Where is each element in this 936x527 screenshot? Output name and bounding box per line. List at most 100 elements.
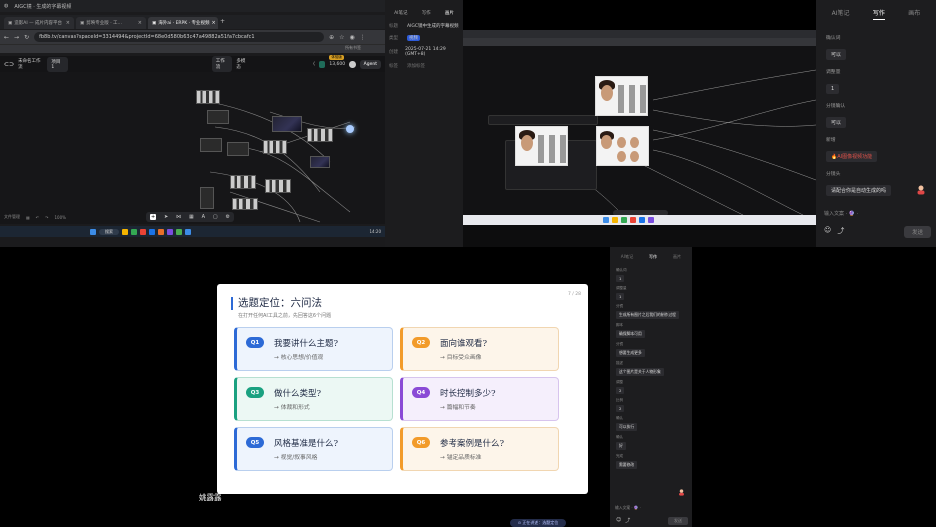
connect-icon[interactable]: ⋈ — [176, 214, 181, 220]
start-icon[interactable] — [90, 228, 96, 235]
item-value[interactable]: 1 — [616, 275, 625, 282]
forward-icon[interactable]: → — [14, 34, 19, 41]
file-manager-label[interactable]: 文件管理 — [4, 214, 20, 220]
ai-icon[interactable] — [318, 60, 326, 68]
item-value[interactable]: 2 — [616, 405, 625, 412]
back-icon[interactable]: ← — [4, 34, 9, 41]
canvas-highlight-node[interactable] — [346, 125, 354, 133]
item-value[interactable]: 1 — [826, 84, 840, 94]
item-value[interactable]: 生成所有图片之后我们的制作过程 — [616, 311, 679, 319]
taskbar-app-icon[interactable] — [621, 217, 627, 223]
canvas-node-image[interactable] — [200, 187, 214, 209]
item-value[interactable]: 2 — [616, 387, 625, 394]
chat-input[interactable]: 输入文案 · 🔮 · — [615, 505, 641, 511]
close-tab-icon[interactable]: × — [212, 20, 216, 26]
browser-tab[interactable]: ▣ 剪映专业版 · 工… × — [76, 17, 146, 29]
menu-dots-icon[interactable]: ⋮ — [360, 34, 366, 41]
start-icon[interactable] — [603, 217, 609, 223]
item-value[interactable]: 确保脚本可用 — [616, 330, 645, 338]
canvas-node-image[interactable] — [265, 179, 291, 193]
character-turnaround-image[interactable] — [515, 126, 568, 166]
multimodal-mode-tab[interactable]: 多模态 — [236, 58, 249, 70]
canvas-node-image[interactable] — [230, 175, 256, 189]
add-node-icon[interactable]: + — [149, 214, 157, 220]
item-value[interactable]: 好 — [616, 442, 626, 450]
attach-icon[interactable]: ⤴ — [837, 226, 844, 236]
grid-tool-icon[interactable]: ▦ — [189, 214, 194, 220]
chat-input[interactable]: 输入文案 · 🔮 · — [822, 206, 930, 220]
taskbar-app-icon[interactable] — [612, 217, 618, 223]
bookmark-star-icon[interactable]: ☆ — [339, 34, 344, 41]
canvas-node-image[interactable] — [227, 142, 249, 156]
item-value[interactable]: 这个图片是关于人物形象 — [616, 368, 664, 376]
taskbar-app-icon[interactable] — [167, 228, 173, 235]
taskbar-app-icon[interactable] — [149, 228, 155, 235]
item-value[interactable]: 请配合你是自动生成的吗 — [826, 185, 892, 196]
browser-tab-active[interactable]: ▣ 海外ai · ERPK · 专业视频 × — [148, 17, 218, 29]
project-title[interactable]: 未命名工作流 — [18, 58, 43, 70]
canvas-node-image[interactable] — [307, 128, 333, 142]
item-value[interactable]: 可以 — [826, 49, 847, 60]
character-turnaround-image[interactable] — [595, 76, 648, 116]
item-value[interactable]: 可以执行 — [616, 423, 638, 431]
tab-canvas[interactable]: 画片 — [673, 254, 681, 260]
taskbar-app-icon[interactable] — [648, 217, 654, 223]
taskbar-app-icon[interactable] — [185, 228, 191, 235]
taskbar-app-icon[interactable] — [122, 228, 128, 235]
tab-canvas[interactable]: 画布 — [908, 8, 920, 20]
tab-ai-notes[interactable]: AI笔记 — [394, 10, 407, 16]
select-icon[interactable]: ➤ — [164, 214, 168, 220]
url-input[interactable]: fb8b.tv/canvas?spaceId=3314494&projectId… — [34, 32, 325, 42]
canvas-node-image[interactable] — [207, 110, 229, 124]
share-icon[interactable]: ⟨ — [313, 62, 315, 67]
add-tag-link[interactable]: 添加标签 — [407, 63, 425, 69]
item-value[interactable]: 想要生成更多 — [616, 349, 645, 357]
settings-icon[interactable]: ⚙ — [225, 214, 229, 220]
taskbar-app-icon[interactable] — [176, 228, 182, 235]
item-value[interactable]: 需要修改 — [616, 461, 638, 469]
canvas-node-image[interactable] — [263, 140, 287, 154]
tab-writing[interactable]: 写作 — [872, 8, 885, 20]
taskbar-app-icon[interactable] — [158, 228, 164, 235]
agent-button[interactable]: Agent — [359, 59, 381, 69]
character-expressions-image[interactable] — [596, 126, 649, 166]
item-value[interactable]: 可以 — [826, 117, 847, 128]
send-button[interactable]: 发送 — [668, 517, 688, 525]
emoji-icon[interactable]: ☺ — [616, 517, 621, 524]
taskbar-app-icon[interactable] — [140, 228, 146, 235]
grid-icon[interactable]: ▦ — [26, 215, 30, 220]
live-status-pill[interactable]: ⊙ 正在讲述：选题定位 — [510, 519, 566, 527]
send-button[interactable]: 发送 — [904, 226, 931, 238]
workflow-mode-tab[interactable]: 工作流 — [211, 56, 233, 72]
item-value[interactable]: 1 — [616, 293, 625, 300]
canvas-node-image[interactable] — [232, 198, 258, 210]
zoom-icon[interactable]: ⊕ — [329, 34, 334, 41]
attach-icon[interactable]: ⤴ — [625, 517, 630, 524]
taskbar-search[interactable]: 搜索 — [99, 228, 119, 235]
tab-ai-notes[interactable]: AI笔记 — [621, 254, 633, 260]
browser-tab[interactable]: ▣ 造影AI — 成片内容平台 × — [4, 17, 74, 29]
close-tab-icon[interactable]: × — [66, 20, 70, 26]
workflow-canvas[interactable] — [0, 72, 385, 224]
canvas-node-image[interactable] — [200, 138, 222, 152]
tab-ai-notes[interactable]: AI笔记 — [832, 8, 850, 20]
canvas-node-image[interactable] — [196, 90, 220, 104]
taskbar-app-icon[interactable] — [131, 228, 137, 235]
item-value-fire[interactable]: 🔥AI图像视频功能 — [826, 151, 878, 162]
canvas-node-image[interactable] — [310, 156, 330, 168]
avatar[interactable] — [349, 60, 356, 68]
all-bookmarks-label[interactable]: 所有书签 — [345, 45, 361, 50]
redo-icon[interactable]: ↷ — [45, 215, 48, 220]
taskbar-app-icon[interactable] — [630, 217, 636, 223]
reload-icon[interactable]: ↻ — [24, 34, 29, 41]
profile-icon[interactable]: ◉ — [350, 34, 355, 41]
project-selector[interactable]: 项目 1 — [47, 56, 68, 72]
canvas-node-image[interactable] — [272, 116, 302, 132]
undo-icon[interactable]: ↶ — [36, 215, 39, 220]
close-tab-icon[interactable]: × — [138, 20, 142, 26]
text-tool-icon[interactable]: A — [202, 214, 205, 220]
emoji-icon[interactable]: ☺ — [824, 226, 831, 236]
tab-writing[interactable]: 写作 — [649, 254, 657, 260]
taskbar-app-icon[interactable] — [639, 217, 645, 223]
new-tab-icon[interactable]: + — [220, 18, 225, 29]
